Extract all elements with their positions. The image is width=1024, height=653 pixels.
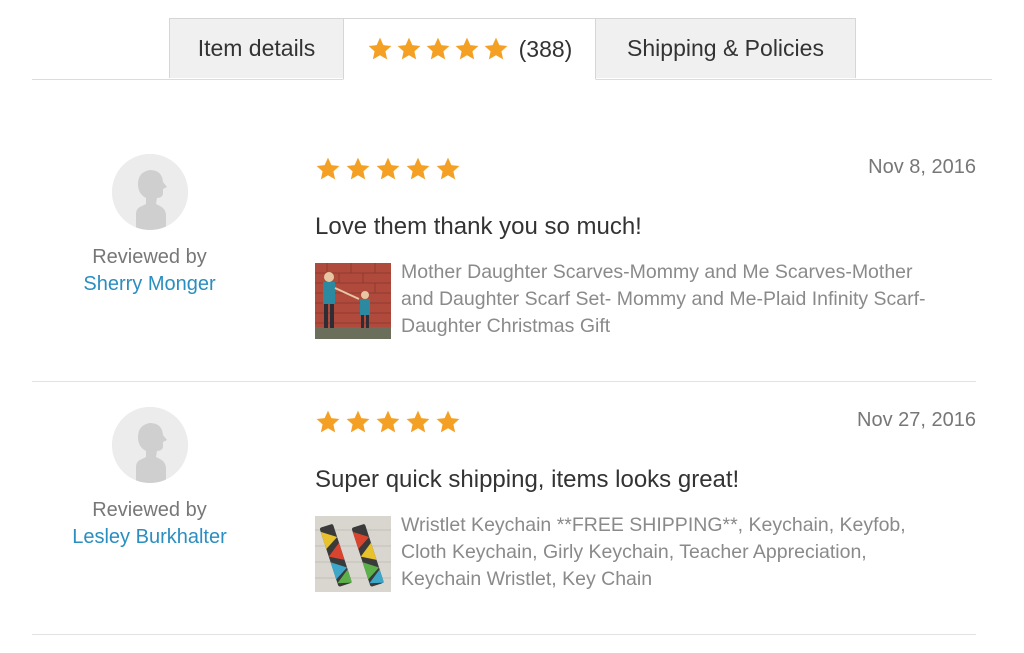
- review-rating: [315, 409, 461, 435]
- avatar: [112, 407, 188, 483]
- listing-thumbnail[interactable]: [315, 263, 391, 339]
- star-icon: [375, 156, 401, 182]
- star-icon: [345, 409, 371, 435]
- review-text: Love them thank you so much!: [315, 213, 642, 240]
- reviewer-name-link[interactable]: Lesley Burkhalter: [32, 526, 267, 549]
- scarf-photo-image: [315, 263, 391, 339]
- reviewer-name-link[interactable]: Sherry Monger: [32, 273, 267, 296]
- star-icon: [405, 409, 431, 435]
- star-icon: [425, 36, 451, 62]
- listing-title-link[interactable]: Mother Daughter Scarves-Mommy and Me Sca…: [401, 259, 931, 340]
- star-icon: [435, 409, 461, 435]
- listing-thumbnail[interactable]: [315, 516, 391, 592]
- star-icon: [345, 156, 371, 182]
- tab-rating-stars: [367, 36, 509, 62]
- reviewed-by-label: Reviewed by: [92, 499, 207, 521]
- tab-item-details[interactable]: Item details: [169, 18, 344, 78]
- avatar: [112, 154, 188, 230]
- listing-title-link[interactable]: Wristlet Keychain **FREE SHIPPING**, Key…: [401, 512, 931, 593]
- review-date: Nov 8, 2016: [868, 156, 976, 178]
- reviews-page: Item details (388) Shipping & Policies R…: [0, 0, 1024, 653]
- default-avatar-icon: [112, 154, 188, 230]
- reviewed-by-label: Reviewed by: [92, 246, 207, 268]
- star-icon: [405, 156, 431, 182]
- listing-tabs: Item details (388) Shipping & Policies: [32, 0, 992, 80]
- review-item: Reviewed by Sherry Monger Nov 8, 2016 Lo…: [32, 128, 976, 382]
- star-icon: [454, 36, 480, 62]
- star-icon: [375, 409, 401, 435]
- star-icon: [435, 156, 461, 182]
- keychain-photo-image: [315, 516, 391, 592]
- tab-shipping-label: Shipping & Policies: [627, 35, 824, 61]
- tab-item-details-label: Item details: [197, 35, 316, 61]
- star-icon: [367, 36, 393, 62]
- review-text: Super quick shipping, items looks great!: [315, 466, 740, 493]
- star-icon: [315, 156, 341, 182]
- star-icon: [315, 409, 341, 435]
- tab-shipping-policies[interactable]: Shipping & Policies: [595, 18, 856, 78]
- tab-reviews[interactable]: (388): [343, 18, 596, 80]
- star-icon: [483, 36, 509, 62]
- review-item: Reviewed by Lesley Burkhalter Nov 27, 20…: [32, 381, 976, 635]
- star-icon: [396, 36, 422, 62]
- review-rating: [315, 156, 461, 182]
- review-date: Nov 27, 2016: [857, 409, 976, 431]
- reviews-count: (388): [518, 35, 573, 62]
- default-avatar-icon: [112, 407, 188, 483]
